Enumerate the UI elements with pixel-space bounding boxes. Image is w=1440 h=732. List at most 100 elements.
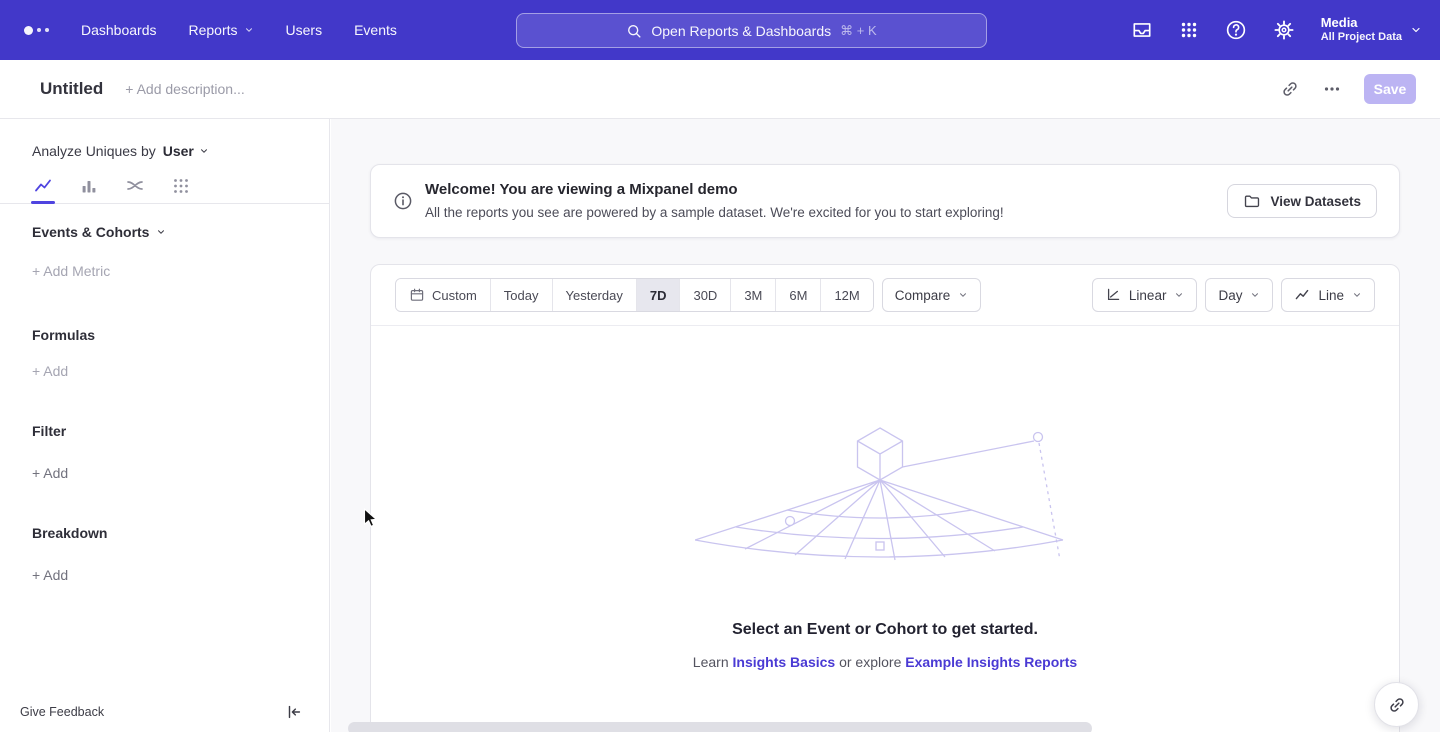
more-options-icon[interactable] xyxy=(1322,79,1342,99)
line-chart-icon xyxy=(1294,287,1310,303)
example-insights-reports-link[interactable]: Example Insights Reports xyxy=(905,654,1077,670)
date-range-segmented-control: Custom Today Yesterday 7D 30D 3M 6M 12M xyxy=(395,278,874,312)
range-6m-button[interactable]: 6M xyxy=(775,279,820,311)
bar-chart-icon xyxy=(79,176,99,196)
query-builder-sidebar: Analyze Uniques by User Events & Cohorts… xyxy=(0,119,330,732)
apps-grid-icon[interactable] xyxy=(1179,20,1199,40)
share-link-fab[interactable] xyxy=(1374,682,1419,727)
range-12m-button[interactable]: 12M xyxy=(820,279,872,311)
demo-welcome-banner: Welcome! You are viewing a Mixpanel demo… xyxy=(370,164,1400,238)
insights-report-card: Custom Today Yesterday 7D 30D 3M 6M 12M … xyxy=(370,264,1400,732)
compare-label: Compare xyxy=(895,288,951,303)
report-header-actions: Save xyxy=(1280,74,1416,104)
nav-dashboards[interactable]: Dashboards xyxy=(81,22,157,38)
chevron-down-icon xyxy=(199,146,209,156)
banner-title: Welcome! You are viewing a Mixpanel demo xyxy=(425,180,1004,200)
logo-dot xyxy=(24,26,33,35)
view-datasets-label: View Datasets xyxy=(1270,194,1361,209)
nav-events[interactable]: Events xyxy=(354,22,397,38)
chart-controls: Linear Day Line xyxy=(1092,278,1375,312)
or-explore-text: or explore xyxy=(839,654,901,670)
insights-basics-link[interactable]: Insights Basics xyxy=(733,654,836,670)
add-formula-button[interactable]: + Add xyxy=(32,363,68,379)
formulas-section-label: Formulas xyxy=(32,327,95,343)
range-today-button[interactable]: Today xyxy=(490,279,552,311)
help-icon[interactable] xyxy=(1225,19,1247,41)
chevron-down-icon xyxy=(1250,290,1260,300)
global-search-bar[interactable]: Open Reports & Dashboards ⌘ + K xyxy=(516,13,987,48)
chart-type-dropdown[interactable]: Line xyxy=(1281,278,1375,312)
view-datasets-button[interactable]: View Datasets xyxy=(1227,184,1377,218)
chevron-down-icon xyxy=(1352,290,1362,300)
analyze-by-dropdown[interactable]: User xyxy=(163,143,209,159)
events-cohorts-label: Events & Cohorts xyxy=(32,224,149,240)
learn-prefix: Learn xyxy=(693,654,729,670)
mixpanel-logo[interactable] xyxy=(24,26,49,35)
tab-bar-chart[interactable] xyxy=(79,169,99,203)
project-scope: All Project Data xyxy=(1321,31,1402,45)
nav-users[interactable]: Users xyxy=(286,22,323,38)
breakdown-section-label: Breakdown xyxy=(32,525,107,541)
analyze-by-value: User xyxy=(163,143,194,159)
logo-dot xyxy=(37,28,41,32)
folder-icon xyxy=(1243,192,1261,210)
chevron-down-icon xyxy=(156,227,166,237)
chevron-down-icon xyxy=(1174,290,1184,300)
info-icon xyxy=(393,191,413,211)
range-7d-button[interactable]: 7D xyxy=(636,279,680,311)
flows-icon xyxy=(125,176,145,196)
tab-flows[interactable] xyxy=(125,169,145,203)
compare-dropdown[interactable]: Compare xyxy=(882,278,982,312)
project-switcher[interactable]: Media All Project Data xyxy=(1321,15,1422,45)
collapse-sidebar-button[interactable] xyxy=(285,703,303,721)
horizontal-scrollbar-thumb[interactable] xyxy=(348,722,1092,732)
add-filter-button[interactable]: + Add xyxy=(32,465,68,481)
filter-section-label: Filter xyxy=(32,423,66,439)
nav-reports-label: Reports xyxy=(189,22,238,38)
line-chart-icon xyxy=(33,176,53,196)
chevron-down-icon xyxy=(244,25,254,35)
give-feedback-link[interactable]: Give Feedback xyxy=(20,705,104,719)
main-content: Welcome! You are viewing a Mixpanel demo… xyxy=(331,119,1440,732)
chevron-down-icon xyxy=(1410,24,1422,36)
add-breakdown-button[interactable]: + Add xyxy=(32,567,68,583)
inbox-icon[interactable] xyxy=(1131,19,1153,41)
project-name: Media xyxy=(1321,15,1402,31)
report-header-bar: Untitled + Add description... Save xyxy=(0,60,1440,119)
add-description-button[interactable]: + Add description... xyxy=(125,81,244,97)
report-title[interactable]: Untitled xyxy=(40,79,103,99)
search-icon xyxy=(626,23,642,39)
tab-pivot[interactable] xyxy=(171,169,191,203)
link-icon xyxy=(1387,695,1407,715)
events-cohorts-section[interactable]: Events & Cohorts xyxy=(32,224,166,240)
empty-state-title: Select an Event or Cohort to get started… xyxy=(371,621,1399,639)
empty-state-subtitle: Learn Insights Basics or explore Example… xyxy=(371,654,1399,670)
analyze-uniques-row: Analyze Uniques by User xyxy=(32,143,209,159)
primary-nav: Dashboards Reports Users Events xyxy=(81,22,397,38)
nav-reports[interactable]: Reports xyxy=(189,22,254,38)
chart-type-label: Line xyxy=(1318,288,1344,303)
linear-scale-icon xyxy=(1105,287,1121,303)
search-placeholder: Open Reports & Dashboards xyxy=(651,23,831,39)
save-button[interactable]: Save xyxy=(1364,74,1416,104)
range-3m-button[interactable]: 3M xyxy=(730,279,775,311)
empty-state-illustration xyxy=(695,422,1075,577)
range-yesterday-button[interactable]: Yesterday xyxy=(552,279,636,311)
topbar-actions: Media All Project Data xyxy=(1131,0,1422,60)
range-custom-button[interactable]: Custom xyxy=(396,279,490,311)
range-30d-button[interactable]: 30D xyxy=(679,279,730,311)
add-metric-button[interactable]: + Add Metric xyxy=(32,263,110,279)
scale-dropdown[interactable]: Linear xyxy=(1092,278,1198,312)
tab-insights[interactable] xyxy=(33,169,53,203)
copy-link-icon[interactable] xyxy=(1280,79,1300,99)
interval-dropdown[interactable]: Day xyxy=(1205,278,1273,312)
scale-label: Linear xyxy=(1129,288,1167,303)
mixpanel-app: Dashboards Reports Users Events Open Rep… xyxy=(0,0,1440,732)
settings-gear-icon[interactable] xyxy=(1273,19,1295,41)
interval-label: Day xyxy=(1218,288,1242,303)
report-toolbar: Custom Today Yesterday 7D 30D 3M 6M 12M … xyxy=(371,265,1399,326)
report-type-tabs xyxy=(0,169,329,204)
empty-state: Select an Event or Cohort to get started… xyxy=(371,326,1399,732)
banner-body: All the reports you see are powered by a… xyxy=(425,204,1004,222)
range-custom-label: Custom xyxy=(432,288,477,303)
